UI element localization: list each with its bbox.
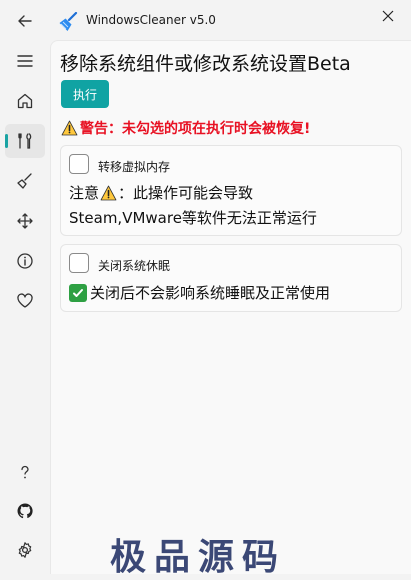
- hibernate-note-text: 关闭后不会影响系统睡眠及正常使用: [90, 284, 331, 302]
- virtual-memory-note-line1: 注意 ：此操作可能会导致: [69, 182, 253, 203]
- info-icon: [17, 253, 33, 269]
- nav-donate[interactable]: [5, 284, 45, 318]
- back-arrow-icon: [18, 15, 32, 27]
- virtual-memory-checkbox[interactable]: [69, 154, 89, 174]
- close-window-button[interactable]: [373, 4, 403, 28]
- heart-icon: [17, 293, 33, 308]
- warning-icon: [100, 185, 117, 200]
- run-button[interactable]: 执行: [61, 80, 109, 108]
- nav-tools[interactable]: [5, 124, 45, 158]
- nav-about[interactable]: [5, 244, 45, 278]
- github-icon: [17, 503, 33, 519]
- tools-icon: [18, 133, 32, 149]
- hibernate-checkbox[interactable]: [69, 253, 89, 273]
- virtual-memory-label: 转移虚拟内存: [98, 160, 171, 174]
- watermark: 极品源码: [110, 536, 287, 578]
- option-card-virtual-memory: 转移虚拟内存 注意 ：此操作可能会导致 Steam,VMware等软件无法正常运…: [60, 145, 402, 236]
- option-card-hibernate: 关闭系统休眠 关闭后不会影响系统睡眠及正常使用: [60, 244, 402, 312]
- settings-gear-icon: [18, 542, 32, 558]
- nav-help[interactable]: [5, 455, 45, 489]
- warning-text: 警告：未勾选的项在执行时会被恢复!: [80, 121, 311, 137]
- move-arrows-icon: [17, 213, 33, 229]
- app-title: WindowsCleaner v5.0: [86, 13, 216, 27]
- close-icon: [382, 10, 394, 22]
- main-content: 移除系统组件或修改系统设置Beta 执行 警告：未勾选的项在执行时会被恢复! 转…: [50, 40, 411, 574]
- help-question-icon: [21, 465, 29, 479]
- hibernate-note: 关闭后不会影响系统睡眠及正常使用: [69, 282, 330, 303]
- nav-move[interactable]: [5, 204, 45, 238]
- back-button[interactable]: [5, 4, 45, 38]
- nav-home[interactable]: [5, 84, 45, 118]
- note-suffix: ：此操作可能会导致: [118, 184, 254, 202]
- hamburger-menu-icon: [17, 55, 33, 67]
- nav-cleaner[interactable]: [5, 164, 45, 198]
- menu-toggle-button[interactable]: [5, 44, 45, 78]
- nav-settings[interactable]: [5, 533, 45, 567]
- home-icon: [17, 93, 33, 109]
- warning-icon: [61, 120, 78, 136]
- warning-message: 警告：未勾选的项在执行时会被恢复!: [61, 118, 310, 138]
- check-mark-icon: [69, 283, 87, 302]
- hibernate-label: 关闭系统休眠: [98, 259, 171, 273]
- note-prefix: 注意: [69, 184, 100, 202]
- title-bar: WindowsCleaner v5.0: [50, 0, 411, 40]
- sidebar: [0, 0, 50, 574]
- page-title: 移除系统组件或修改系统设置Beta: [60, 53, 351, 75]
- broom-icon: [17, 173, 32, 189]
- nav-github[interactable]: [5, 494, 45, 528]
- virtual-memory-note-line2: Steam,VMware等软件无法正常运行: [69, 209, 317, 227]
- app-logo-broom-icon: [59, 12, 78, 31]
